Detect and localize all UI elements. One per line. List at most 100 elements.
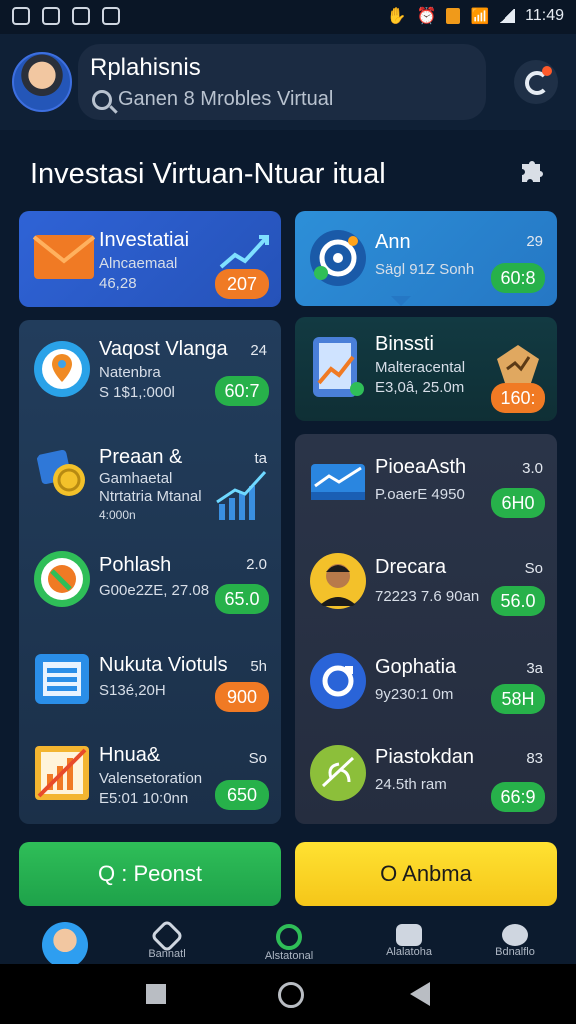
card-line: Malteracental [375,359,466,376]
list-item[interactable]: Gophatia 3a 9y230:1 0m 58H [295,636,557,732]
card-icon [311,464,365,500]
item-line: S 1$1,:000l [99,384,175,401]
item-line: Gamhaetal [99,470,173,487]
notifications-button[interactable] [514,60,558,104]
list-item[interactable]: Pohlash 2.0 G00e2ZE, 27.08 65.0 [19,536,281,632]
item-title: Drecara [375,556,447,578]
primary-action-button[interactable]: Q : Peonst [19,842,281,906]
list-item[interactable]: Nukuta Viotuls 5h S13é,20H 900 [19,636,281,732]
nav-item-profile[interactable] [20,922,110,968]
refresh-icon [276,924,302,950]
item-line: 24.5th ram [375,776,447,793]
list-item[interactable]: Drecara So 72223 7.6 90an 56.0 [295,536,557,632]
leaf-icon [34,551,90,607]
card-value: 46,28 [99,275,137,292]
system-nav-bar [0,964,576,1024]
card-ann[interactable]: Ann 29 Sägl 91Z Sonh 60:8 [295,211,557,306]
list-item[interactable]: Hnua& So Valensetoration E5:01 10:0nn 65… [19,728,281,824]
list-item[interactable]: Piastokdan 83 24.5th ram 66:9 [295,726,557,822]
list-item[interactable]: Vaqost Vlanga 24 Natenbra S 1$1,:000l 60… [19,322,281,418]
card-title: Binssti [375,333,434,355]
mail-icon [502,924,528,946]
value-pill: 58H [491,684,545,714]
value-pill: 900 [215,682,269,712]
status-time: 11:49 [525,7,564,24]
trend-chart-icon [219,235,269,269]
bottom-nav: Bannatl Alstatonal Alalatoha Bdnalflo [0,919,576,968]
notification-icon [102,7,120,25]
value-pill: 650 [215,780,269,810]
search-icon [92,89,112,110]
gem-icon [497,345,539,383]
card-line: E3,0â, 25.0m [375,379,465,396]
card-title: Ann [375,231,411,253]
map-pin-icon [34,341,90,397]
nav-label: Alalatoha [386,946,432,958]
notification-icon [42,7,60,25]
back-button[interactable] [410,982,430,1006]
item-title: Piastokdan [375,746,474,768]
puzzle-icon[interactable] [516,158,546,188]
secondary-action-button[interactable]: O Anbma [295,842,557,906]
home-button[interactable] [278,982,304,1008]
list-item[interactable]: Preaan & ta Gamhaetal Ntrtatria Mtanal 4… [19,428,281,524]
plant-icon [310,745,366,801]
nav-item-alstatonal[interactable]: Alstatonal [244,924,334,964]
header-title: Rplahisnis [90,54,201,81]
avatar-icon [42,922,88,968]
item-number: 83 [526,750,543,767]
recents-button[interactable] [146,984,166,1004]
wallet-icon [396,924,422,946]
target-icon [310,230,366,286]
nav-item-bannatl[interactable]: Bannatl [122,919,212,964]
item-line: Natenbra [99,364,161,381]
item-number: 2.0 [246,556,267,573]
notification-icon [72,7,90,25]
value-pill: 60:7 [215,376,269,406]
nav-item-bdnalflo[interactable]: Bdnalflo [470,924,560,964]
nav-item-alalatoha[interactable]: Alalatoha [364,924,454,964]
search-box[interactable]: Rplahisnis Ganen 8 Mrobles Virtual [78,44,486,120]
item-number: 24 [250,342,267,359]
item-title: Vaqost Vlanga [99,338,228,360]
alarm-icon: ⏰ [416,8,437,25]
item-title: Nukuta Viotuls [99,654,228,676]
search-row[interactable]: Ganen 8 Mrobles Virtual [92,88,333,111]
item-line: S13é,20H [99,682,166,699]
item-line: E5:01 10:0nn [99,790,189,807]
item-line: P.oaerE 4950 [375,486,465,503]
item-line: 9y230:1 0m [375,686,454,703]
item-title: PioeaAsth [375,456,467,478]
item-number: So [524,560,543,577]
bar-chart-icon [216,470,267,520]
card-subtitle: Alncaemaal [99,255,178,272]
item-number: 5h [250,658,267,675]
value-pill: 65.0 [215,584,269,614]
card-title: Investatiai [99,229,190,251]
spreadsheet-icon [35,654,89,704]
avatar[interactable] [12,52,72,112]
coins-icon [36,449,85,496]
card-number: 29 [526,233,543,250]
item-number: 3a [526,660,543,677]
card-investatiai[interactable]: Investatiai Alncaemaal 46,28 207 [19,211,281,307]
search-input[interactable]: Ganen 8 Mrobles Virtual [118,88,333,111]
person-icon [310,553,366,609]
notification-icon [12,7,30,25]
phone-chart-icon [313,337,364,397]
item-line: Valensetoration [99,770,203,787]
card-binssti[interactable]: Binssti Malteracental E3,0â, 25.0m 160: [295,317,557,421]
item-line: Ntrtatria Mtanal [99,488,202,505]
value-pill: 66:9 [491,782,545,812]
item-title: Hnua& [99,744,161,766]
item-number: So [248,750,267,767]
list-item[interactable]: PioeaAsth 3.0 P.oaerE 4950 6H0 [295,438,557,534]
refresh-icon [310,653,366,709]
card-subtitle: Sägl 91Z Sonh [375,261,475,278]
item-number: 3.0 [522,460,543,477]
page-title: Investasi Virtuan-Ntuar itual [30,158,386,190]
notification-dot [542,66,552,76]
item-title: Preaan & [99,446,183,468]
envelope-icon [33,235,95,279]
value-pill: 56.0 [491,586,545,616]
